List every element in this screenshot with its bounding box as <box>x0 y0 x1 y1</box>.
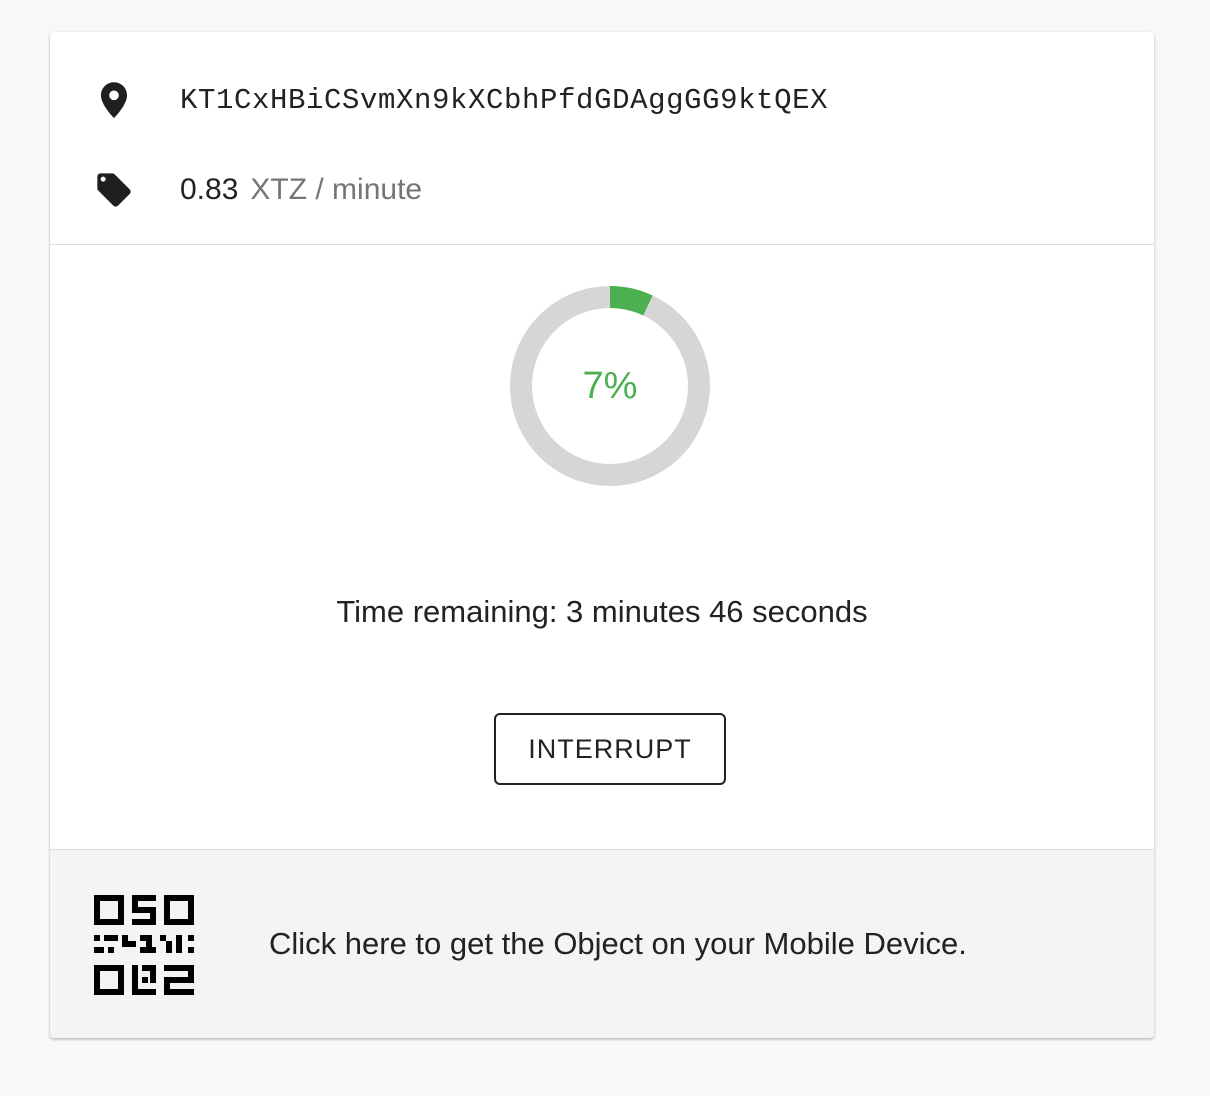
mobile-device-text[interactable]: Click here to get the Object on your Mob… <box>269 926 967 962</box>
info-section: KT1CxHBiCSvmXn9kXCbhPfdGDAggGG9ktQEX 0.8… <box>50 32 1154 245</box>
session-card: KT1CxHBiCSvmXn9kXCbhPfdGDAggGG9ktQEX 0.8… <box>50 32 1154 1038</box>
progress-section: 7% Time remaining: 3 minutes 46 seconds … <box>50 245 1154 850</box>
progress-percent-label: 7% <box>582 364 638 407</box>
time-remaining: Time remaining: 3 minutes 46 seconds <box>336 594 868 629</box>
price-unit: XTZ / minute <box>250 173 423 206</box>
price-value: 0.83 <box>180 173 239 206</box>
price-tag-icon <box>94 170 134 210</box>
contract-address: KT1CxHBiCSvmXn9kXCbhPfdGDAggGG9ktQEX <box>180 83 829 117</box>
qr-code-icon <box>94 895 194 995</box>
price-text: 0.83 XTZ / minute <box>180 173 422 207</box>
mobile-device-link[interactable]: Click here to get the Object on your Mob… <box>50 850 1154 1038</box>
location-pin-icon <box>94 80 134 120</box>
interrupt-button[interactable]: INTERRUPT <box>494 713 726 785</box>
